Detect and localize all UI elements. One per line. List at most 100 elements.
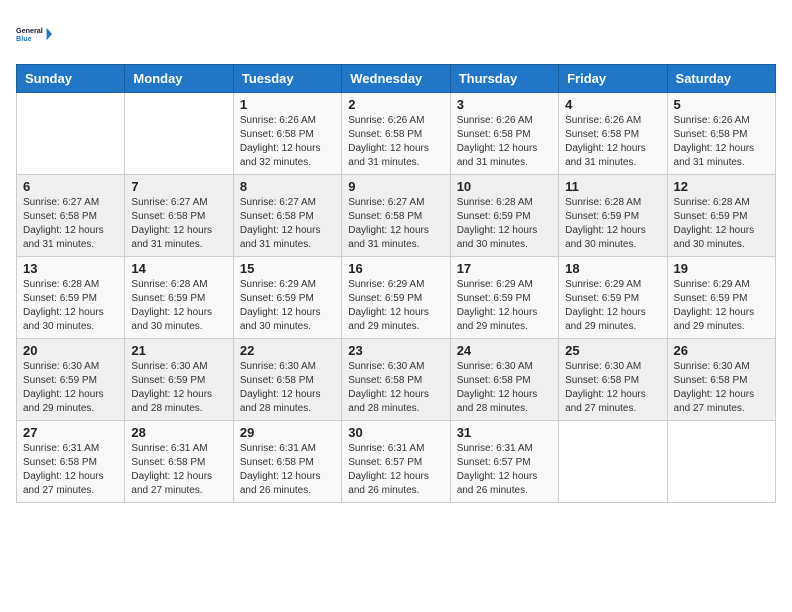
day-number: 20 (23, 343, 118, 358)
day-info: Sunrise: 6:31 AM Sunset: 6:58 PM Dayligh… (240, 442, 335, 498)
day-info: Sunrise: 6:28 AM Sunset: 6:59 PM Dayligh… (565, 196, 660, 252)
day-info: Sunrise: 6:27 AM Sunset: 6:58 PM Dayligh… (348, 196, 443, 252)
day-number: 25 (565, 343, 660, 358)
calendar-cell: 19Sunrise: 6:29 AM Sunset: 6:59 PM Dayli… (667, 257, 775, 339)
day-number: 6 (23, 179, 118, 194)
day-info: Sunrise: 6:30 AM Sunset: 6:58 PM Dayligh… (674, 360, 769, 416)
day-info: Sunrise: 6:29 AM Sunset: 6:59 PM Dayligh… (240, 278, 335, 334)
calendar-cell: 13 Sunrise: 6:28 AM Sunset: 6:59 PM Dayli… (17, 257, 125, 339)
calendar-cell: 22 Sunrise: 6:30 AM Sunset: 6:58 PM Dayli… (233, 339, 341, 421)
logo-icon: GeneralBlue (16, 16, 52, 52)
day-number: 10 (457, 179, 552, 194)
day-info: Sunrise: 6:30 AM Sunset: 6:58 PM Dayligh… (457, 360, 552, 416)
day-number: 2 (348, 97, 443, 112)
day-info: Sunrise: 6:28 AM Sunset: 6:59 PM Dayligh… (23, 278, 118, 334)
calendar-cell: 29 Sunrise: 6:31 AM Sunset: 6:58 PM Dayli… (233, 421, 341, 503)
svg-text:Blue: Blue (16, 34, 32, 43)
day-info: Sunrise: 6:28 AM Sunset: 6:59 PM Dayligh… (131, 278, 226, 334)
calendar-cell: 16 Sunrise: 6:29 AM Sunset: 6:59 PM Dayli… (342, 257, 450, 339)
day-number: 23 (348, 343, 443, 358)
calendar-cell: 30Sunrise: 6:31 AM Sunset: 6:57 PM Dayli… (342, 421, 450, 503)
day-info: Sunrise: 6:27 AM Sunset: 6:58 PM Dayligh… (131, 196, 226, 252)
weekday-header-cell: Sunday (17, 65, 125, 93)
day-number: 21 (131, 343, 226, 358)
calendar-table: SundayMondayTuesdayWednesdayThursdayFrid… (16, 64, 776, 503)
calendar-week-row: 20 Sunrise: 6:30 AM Sunset: 6:59 PM Dayli… (17, 339, 776, 421)
day-number: 3 (457, 97, 552, 112)
day-number: 7 (131, 179, 226, 194)
day-number: 31 (457, 425, 552, 440)
day-number: 17 (457, 261, 552, 276)
calendar-cell: 21 Sunrise: 6:30 AM Sunset: 6:59 PM Dayli… (125, 339, 233, 421)
day-info: Sunrise: 6:29 AM Sunset: 6:59 PM Dayligh… (348, 278, 443, 334)
day-info: Sunrise: 6:29 AM Sunset: 6:59 PM Dayligh… (457, 278, 552, 334)
day-number: 29 (240, 425, 335, 440)
day-info: Sunrise: 6:26 AM Sunset: 6:58 PM Dayligh… (348, 114, 443, 170)
calendar-cell: 11 Sunrise: 6:28 AM Sunset: 6:59 PM Dayli… (559, 175, 667, 257)
day-number: 5 (674, 97, 769, 112)
day-number: 16 (348, 261, 443, 276)
day-info: Sunrise: 6:26 AM Sunset: 6:58 PM Dayligh… (457, 114, 552, 170)
day-number: 14 (131, 261, 226, 276)
calendar-cell: 24 Sunrise: 6:30 AM Sunset: 6:58 PM Dayli… (450, 339, 558, 421)
day-number: 8 (240, 179, 335, 194)
calendar-week-row: 1Sunrise: 6:26 AM Sunset: 6:58 PM Daylig… (17, 93, 776, 175)
calendar-cell: 5Sunrise: 6:26 AM Sunset: 6:58 PM Daylig… (667, 93, 775, 175)
calendar-cell (559, 421, 667, 503)
day-number: 28 (131, 425, 226, 440)
page-header: GeneralBlue (16, 16, 776, 52)
calendar-week-row: 13 Sunrise: 6:28 AM Sunset: 6:59 PM Dayli… (17, 257, 776, 339)
weekday-header-cell: Friday (559, 65, 667, 93)
day-number: 11 (565, 179, 660, 194)
calendar-cell: 18 Sunrise: 6:29 AM Sunset: 6:59 PM Dayli… (559, 257, 667, 339)
calendar-week-row: 27 Sunrise: 6:31 AM Sunset: 6:58 PM Dayli… (17, 421, 776, 503)
day-info: Sunrise: 6:30 AM Sunset: 6:58 PM Dayligh… (565, 360, 660, 416)
day-info: Sunrise: 6:27 AM Sunset: 6:58 PM Dayligh… (23, 196, 118, 252)
calendar-cell: 8 Sunrise: 6:27 AM Sunset: 6:58 PM Daylig… (233, 175, 341, 257)
calendar-cell: 25 Sunrise: 6:30 AM Sunset: 6:58 PM Dayli… (559, 339, 667, 421)
calendar-cell: 1Sunrise: 6:26 AM Sunset: 6:58 PM Daylig… (233, 93, 341, 175)
calendar-body: 1Sunrise: 6:26 AM Sunset: 6:58 PM Daylig… (17, 93, 776, 503)
calendar-cell: 4Sunrise: 6:26 AM Sunset: 6:58 PM Daylig… (559, 93, 667, 175)
weekday-header-cell: Monday (125, 65, 233, 93)
day-info: Sunrise: 6:28 AM Sunset: 6:59 PM Dayligh… (457, 196, 552, 252)
day-info: Sunrise: 6:29 AM Sunset: 6:59 PM Dayligh… (565, 278, 660, 334)
weekday-header-cell: Thursday (450, 65, 558, 93)
day-info: Sunrise: 6:27 AM Sunset: 6:58 PM Dayligh… (240, 196, 335, 252)
calendar-week-row: 6 Sunrise: 6:27 AM Sunset: 6:58 PM Daylig… (17, 175, 776, 257)
weekday-header-cell: Wednesday (342, 65, 450, 93)
day-number: 27 (23, 425, 118, 440)
day-number: 13 (23, 261, 118, 276)
day-number: 30 (348, 425, 443, 440)
day-number: 18 (565, 261, 660, 276)
day-number: 12 (674, 179, 769, 194)
calendar-cell: 2 Sunrise: 6:26 AM Sunset: 6:58 PM Daylig… (342, 93, 450, 175)
calendar-cell: 28Sunrise: 6:31 AM Sunset: 6:58 PM Dayli… (125, 421, 233, 503)
day-number: 9 (348, 179, 443, 194)
day-number: 24 (457, 343, 552, 358)
day-info: Sunrise: 6:30 AM Sunset: 6:58 PM Dayligh… (348, 360, 443, 416)
calendar-cell: 31 Sunrise: 6:31 AM Sunset: 6:57 PM Dayli… (450, 421, 558, 503)
calendar-cell: 12 Sunrise: 6:28 AM Sunset: 6:59 PM Dayli… (667, 175, 775, 257)
day-number: 19 (674, 261, 769, 276)
calendar-cell (125, 93, 233, 175)
calendar-cell (667, 421, 775, 503)
day-number: 22 (240, 343, 335, 358)
calendar-cell: 27 Sunrise: 6:31 AM Sunset: 6:58 PM Dayli… (17, 421, 125, 503)
day-number: 26 (674, 343, 769, 358)
day-info: Sunrise: 6:30 AM Sunset: 6:59 PM Dayligh… (131, 360, 226, 416)
calendar-cell: 15 Sunrise: 6:29 AM Sunset: 6:59 PM Dayli… (233, 257, 341, 339)
day-info: Sunrise: 6:30 AM Sunset: 6:59 PM Dayligh… (23, 360, 118, 416)
calendar-cell: 9 Sunrise: 6:27 AM Sunset: 6:58 PM Daylig… (342, 175, 450, 257)
calendar-cell: 3 Sunrise: 6:26 AM Sunset: 6:58 PM Daylig… (450, 93, 558, 175)
weekday-header-cell: Tuesday (233, 65, 341, 93)
day-info: Sunrise: 6:31 AM Sunset: 6:57 PM Dayligh… (457, 442, 552, 498)
day-info: Sunrise: 6:31 AM Sunset: 6:58 PM Dayligh… (23, 442, 118, 498)
weekday-header-cell: Saturday (667, 65, 775, 93)
calendar-cell: 20 Sunrise: 6:30 AM Sunset: 6:59 PM Dayli… (17, 339, 125, 421)
day-info: Sunrise: 6:28 AM Sunset: 6:59 PM Dayligh… (674, 196, 769, 252)
day-info: Sunrise: 6:30 AM Sunset: 6:58 PM Dayligh… (240, 360, 335, 416)
calendar-cell: 7 Sunrise: 6:27 AM Sunset: 6:58 PM Daylig… (125, 175, 233, 257)
logo: GeneralBlue (16, 16, 52, 52)
day-number: 15 (240, 261, 335, 276)
